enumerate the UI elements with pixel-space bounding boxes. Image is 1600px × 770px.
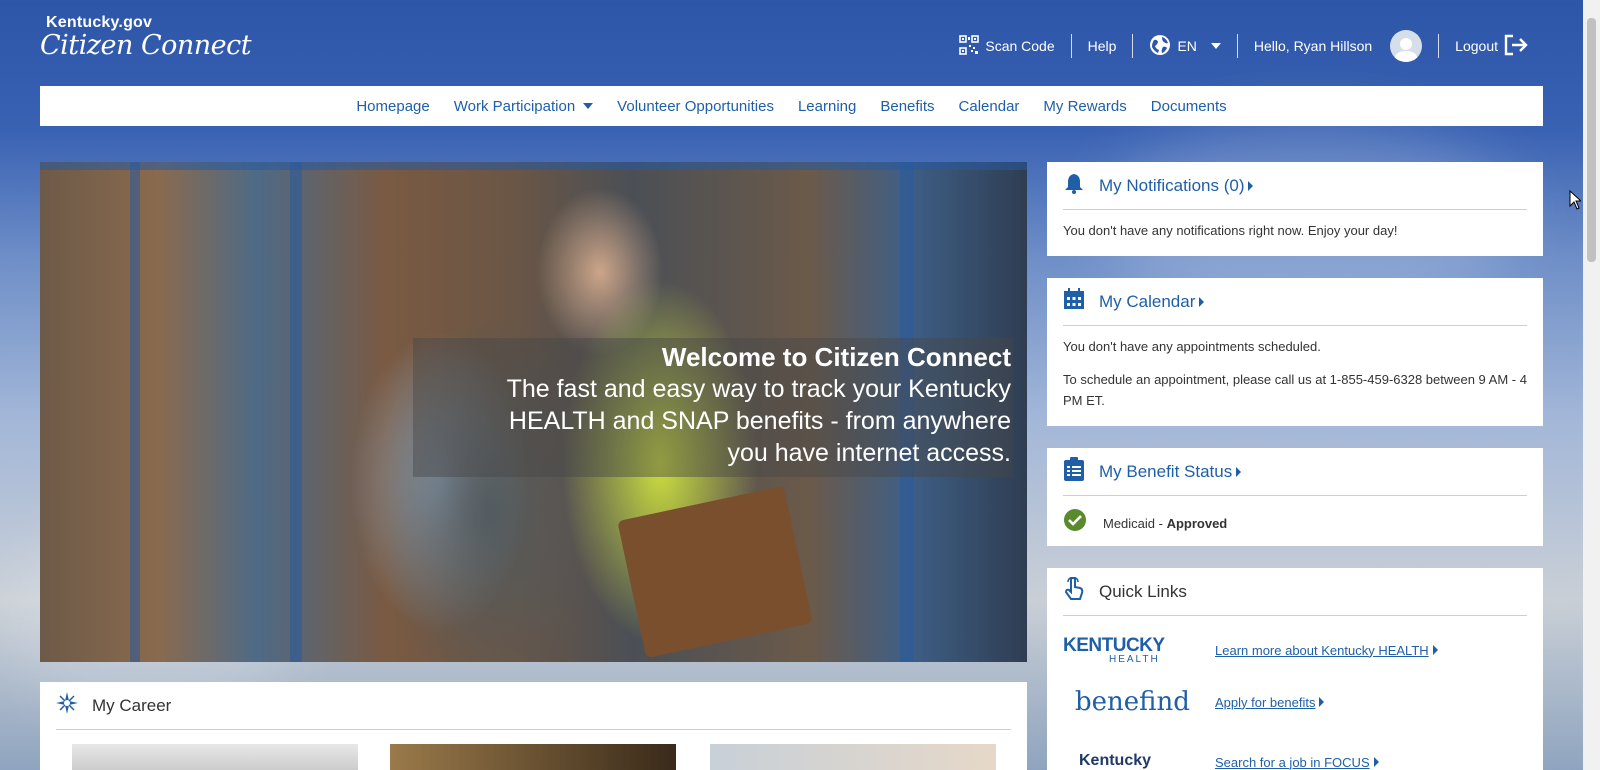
vertical-scrollbar[interactable]	[1583, 0, 1600, 770]
warehouse-shelf	[40, 162, 1027, 170]
panel-header: My Notifications (0)	[1063, 162, 1527, 210]
compass-star-icon	[56, 692, 78, 719]
scan-code-label: Scan Code	[985, 38, 1055, 54]
career-thumbnail[interactable]	[72, 744, 358, 770]
hero-text-line: you have internet access.	[727, 439, 1012, 467]
language-selector[interactable]: EN	[1133, 34, 1236, 58]
caret-right-icon	[1236, 466, 1242, 477]
calendar-title: My Calendar	[1099, 291, 1196, 311]
search-job-focus-label: Search for a job in FOCUS	[1215, 754, 1370, 770]
logout-icon	[1504, 34, 1528, 59]
caret-right-icon	[1199, 296, 1205, 307]
bell-icon	[1063, 172, 1085, 199]
hero-text-line: The fast and easy way to track your Kent…	[506, 375, 1011, 403]
learn-kentucky-health-link[interactable]: Learn more about Kentucky HEALTH	[1215, 643, 1438, 658]
search-job-focus-link[interactable]: Search for a job in FOCUS	[1215, 755, 1379, 770]
kentucky-focus-logo-text: Kentucky	[1079, 752, 1152, 769]
calendar-message: You don't have any appointments schedule…	[1063, 339, 1321, 354]
kentucky-focus-logo: Kentucky	[1063, 738, 1215, 770]
notifications-panel: My Notifications (0) You don't have any …	[1047, 162, 1543, 256]
nav-my-rewards[interactable]: My Rewards	[1043, 98, 1126, 115]
hand-pointer-icon	[1063, 576, 1085, 606]
calendar-body: You don't have any appointments schedule…	[1063, 326, 1527, 421]
nav-benefits[interactable]: Benefits	[880, 98, 934, 115]
clipboard-illustration	[617, 485, 813, 659]
nav-work-participation-label: Work Participation	[453, 97, 576, 115]
nav-volunteer-opportunities[interactable]: Volunteer Opportunities	[617, 98, 774, 115]
site-logo[interactable]: Kentucky.gov Citizen Connect	[40, 14, 252, 61]
chevron-down-icon	[1210, 43, 1221, 49]
benefit-status-row: Medicaid - Approved	[1063, 496, 1527, 548]
scrollbar-thumb[interactable]	[1587, 18, 1596, 262]
career-panel: My Career	[40, 682, 1027, 770]
panel-header: My Calendar	[1063, 278, 1527, 326]
hero-text-line: HEALTH and SNAP benefits - from anywhere	[508, 407, 1011, 435]
hero-banner: Welcome to Citizen Connect The fast and …	[40, 162, 1027, 662]
apply-for-benefits-label: Apply for benefits	[1215, 694, 1316, 710]
caret-right-icon	[1248, 180, 1254, 191]
career-title: My Career	[92, 695, 172, 715]
calendar-schedule-info: To schedule an appointment, please call …	[1063, 372, 1527, 408]
calendar-panel: My Calendar You don't have any appointme…	[1047, 278, 1543, 426]
main-navigation: Homepage Work Participation Volunteer Op…	[40, 86, 1543, 126]
panel-header: My Career	[56, 682, 1011, 730]
quick-link-row: Kentucky Search for a job in FOCUS	[1063, 728, 1527, 770]
notifications-title: My Notifications (0)	[1099, 175, 1245, 195]
learn-kentucky-health-label: Learn more about Kentucky HEALTH	[1215, 642, 1429, 658]
warehouse-shelf	[130, 162, 140, 662]
career-thumbnail[interactable]	[390, 744, 676, 770]
top-utility-bar: Scan Code Help EN Hello, Ryan Hillson Lo…	[943, 30, 1544, 62]
benefind-logo-text: benefind	[1075, 687, 1190, 717]
hero-caption: Welcome to Citizen Connect The fast and …	[413, 338, 1013, 477]
quick-link-row: KENTUCKY HEALTH Learn more about Kentuck…	[1063, 624, 1527, 676]
language-label: EN	[1177, 38, 1197, 54]
logout-button[interactable]: Logout	[1439, 34, 1544, 58]
nav-homepage[interactable]: Homepage	[356, 98, 429, 115]
hero-title: Welcome to Citizen Connect	[661, 342, 1011, 372]
warehouse-shelf	[290, 162, 302, 662]
panel-header: Quick Links	[1063, 568, 1527, 616]
clipboard-list-icon	[1063, 457, 1085, 486]
benefit-item: Medicaid - Approved	[1103, 513, 1227, 534]
quick-link-row: benefind Apply for benefits	[1063, 676, 1527, 728]
user-greeting: Hello, Ryan Hillson	[1253, 38, 1373, 54]
quick-links-panel: Quick Links KENTUCKY HEALTH Learn more a…	[1047, 568, 1543, 770]
quick-links-title: Quick Links	[1099, 581, 1187, 601]
calendar-icon	[1063, 288, 1085, 315]
notifications-message: You don't have any notifications right n…	[1063, 223, 1398, 238]
nav-learning[interactable]: Learning	[798, 98, 856, 115]
check-circle-icon	[1063, 508, 1087, 538]
user-profile[interactable]: Hello, Ryan Hillson	[1238, 30, 1438, 62]
logo-citizen-connect: Citizen Connect	[40, 30, 252, 61]
panel-header: My Benefit Status	[1063, 448, 1527, 496]
apply-for-benefits-link[interactable]: Apply for benefits	[1215, 694, 1325, 710]
benefit-status-value: Approved	[1166, 515, 1228, 531]
benefind-logo: benefind	[1063, 687, 1215, 717]
caret-right-icon	[1319, 697, 1325, 707]
globe-icon	[1149, 34, 1171, 59]
help-label: Help	[1087, 38, 1117, 54]
benefit-status-panel: My Benefit Status Medicaid - Approved	[1047, 448, 1543, 546]
benefit-status-title: My Benefit Status	[1099, 461, 1233, 481]
benefit-program: Medicaid -	[1103, 515, 1167, 531]
kentucky-health-logo: KENTUCKY HEALTH	[1063, 635, 1215, 665]
help-link[interactable]: Help	[1072, 34, 1133, 58]
benefit-status-title-link[interactable]: My Benefit Status	[1099, 461, 1242, 482]
qr-code-icon	[959, 34, 980, 58]
nav-documents[interactable]: Documents	[1151, 98, 1227, 115]
career-thumbnail[interactable]	[710, 744, 996, 770]
mouse-cursor-icon	[1569, 189, 1583, 215]
calendar-title-link[interactable]: My Calendar	[1099, 291, 1205, 312]
scan-code-button[interactable]: Scan Code	[943, 34, 1070, 58]
chevron-down-icon	[583, 103, 594, 109]
logout-label: Logout	[1455, 38, 1498, 54]
caret-right-icon	[1373, 757, 1379, 767]
nav-work-participation[interactable]: Work Participation	[453, 97, 594, 115]
notifications-title-link[interactable]: My Notifications (0)	[1099, 175, 1254, 196]
avatar-icon	[1390, 30, 1423, 62]
caret-right-icon	[1432, 645, 1438, 655]
nav-calendar[interactable]: Calendar	[959, 98, 1020, 115]
